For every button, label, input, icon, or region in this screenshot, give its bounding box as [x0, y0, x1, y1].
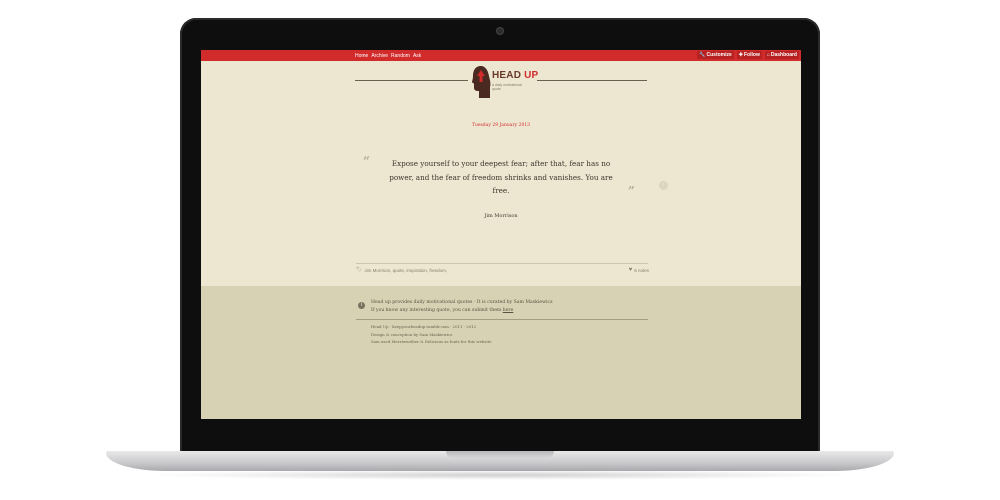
dashboard-button[interactable]: ⌂ Dashboard: [764, 51, 799, 59]
nav-random[interactable]: Random: [391, 53, 410, 59]
customize-label: Customize: [706, 52, 732, 58]
nav-ask[interactable]: Ask: [413, 53, 421, 59]
info-icon: i: [358, 302, 365, 309]
footer-info-line2-text: If you know any interesting quote, you c…: [371, 308, 503, 313]
home-icon: ⌂: [766, 52, 770, 58]
post-divider: [356, 263, 648, 264]
submit-link[interactable]: here: [503, 308, 514, 313]
footer-divider: [356, 319, 648, 320]
quote-author: Jim Morrison: [484, 213, 518, 219]
tumblr-controls: 🔧 Customize ✚ Follow ⌂ Dashboard: [697, 51, 799, 59]
dashboard-label: Dashboard: [770, 52, 797, 58]
site-footer: i Head up provides daily motivational qu…: [201, 286, 801, 419]
head-silhouette-icon: [472, 66, 491, 98]
camera-icon: [497, 28, 503, 34]
nav-home[interactable]: Home: [355, 53, 368, 59]
nav-archive[interactable]: Archive: [371, 53, 388, 59]
quote-text: Expose yourself to your deepest fear; af…: [389, 159, 613, 195]
header-rule-right: [537, 80, 647, 81]
follow-button[interactable]: ✚ Follow: [736, 51, 762, 59]
follow-label: Follow: [744, 52, 760, 58]
credit-line: Design & conception by Sam Maskiewicz: [371, 331, 453, 337]
tag-icon: 🏷: [356, 267, 363, 273]
plus-icon: ✚: [738, 52, 743, 58]
post-date[interactable]: Tuesday 29 January 2013: [201, 123, 801, 128]
tumblr-topbar: Home Archive Random Ask 🔧 Customize ✚ Fo…: [201, 50, 801, 61]
footer-info-line1: Head up provides daily motivational quot…: [371, 300, 553, 305]
credit-line: Sam used Merriweather & Delicious as fon…: [371, 339, 492, 344]
main-nav: Home Archive Random Ask: [355, 53, 421, 59]
brand-tagline: a daily motivational quote: [492, 83, 522, 91]
notes-count[interactable]: 6 notes: [634, 268, 649, 273]
footer-info-line2: If you know any interesting quote, you c…: [371, 307, 553, 315]
customize-button[interactable]: 🔧 Customize: [697, 51, 734, 59]
laptop-notch: [446, 451, 554, 458]
open-quote-icon: “: [363, 154, 370, 168]
browser-screen: Home Archive Random Ask 🔧 Customize ✚ Fo…: [201, 50, 801, 419]
laptop-shadow: [140, 470, 860, 480]
footer-info: Head up provides daily motivational quot…: [371, 299, 553, 315]
post-notes[interactable]: ♥ 6 notes: [629, 267, 649, 273]
tags-text[interactable]: Jim Morrison, quote, inspiration, freedo…: [364, 268, 447, 273]
site-logo[interactable]: HEAD UP a daily motivational quote: [471, 64, 541, 104]
footer-credits: Head Up · keepyourheadup.tumblr.com · 20…: [371, 323, 492, 346]
brand-wordmark: HEAD UP: [492, 70, 538, 81]
brand-up: UP: [524, 70, 539, 81]
credit-line: Head Up · keepyourheadup.tumblr.com · 20…: [371, 324, 477, 329]
post-tags[interactable]: 🏷 Jim Morrison, quote, inspiration, free…: [356, 267, 447, 273]
header-rule-left: [355, 80, 468, 81]
close-quote-icon: ”: [628, 184, 635, 198]
brand-head: HEAD: [492, 70, 522, 81]
next-post-arrow-icon[interactable]: ›: [659, 181, 668, 190]
wrench-icon: 🔧: [699, 52, 706, 58]
heart-icon: ♥: [628, 267, 633, 273]
